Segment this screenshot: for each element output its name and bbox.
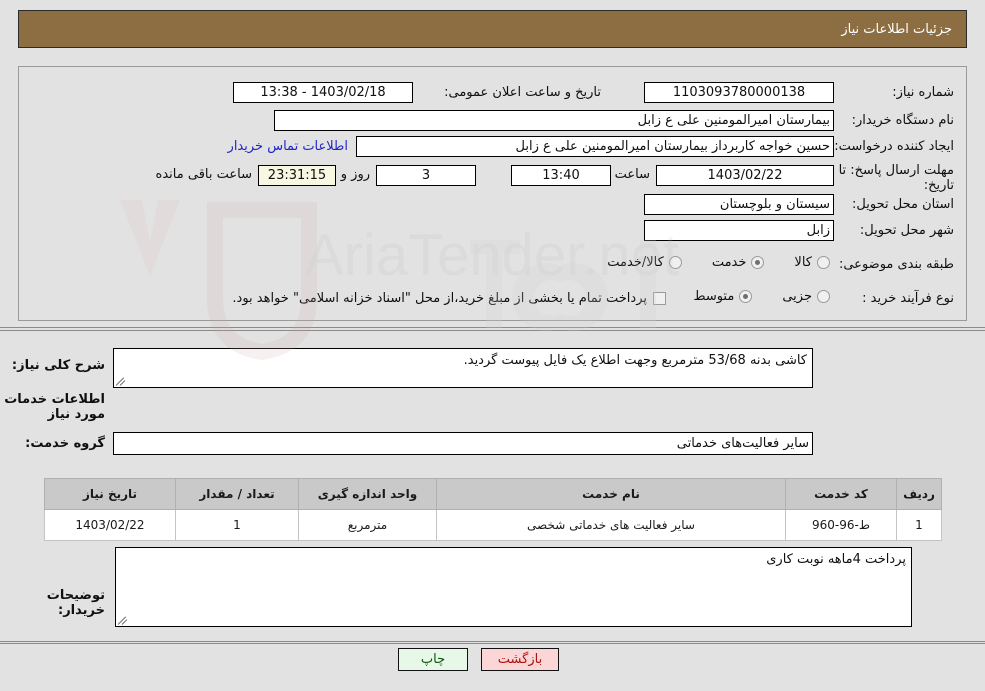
process-option-motavaset[interactable]: متوسط [693, 289, 753, 304]
cell-unit: مترمربع [298, 509, 437, 541]
need-info-panel: شماره نیاز: 1103093780000138 تاریخ و ساع… [18, 66, 967, 321]
col-row: ردیف [896, 478, 942, 510]
treasury-checkbox-label: پرداخت تمام یا بخشی از مبلغ خرید،از محل … [232, 291, 647, 306]
category-label: طبقه بندی موضوعی: [838, 257, 954, 272]
buyer-contact-link[interactable]: اطلاعات تماس خریدار [228, 139, 348, 154]
radio-icon[interactable] [817, 290, 830, 303]
radio-icon[interactable] [817, 256, 830, 269]
col-name: نام خدمت [436, 478, 786, 510]
cell-row: 1 [896, 509, 942, 541]
province-value: سیستان و بلوچستان [644, 194, 834, 215]
city-value: زابل [644, 220, 834, 241]
category-option-kala[interactable]: کالا [794, 255, 830, 270]
process-option-jozei[interactable]: جزیی [782, 289, 830, 304]
resize-grip-icon[interactable] [115, 376, 126, 386]
process-option-label: جزیی [782, 289, 812, 304]
table-header-row: ردیف کد خدمت نام خدمت واحد اندازه گیری ت… [44, 478, 942, 510]
buyer-notes-value: پرداخت 4ماهه نوبت کاری [766, 552, 906, 567]
city-label: شهر محل تحویل: [859, 223, 954, 238]
cell-qty: 1 [175, 509, 299, 541]
process-label: نوع فرآیند خرید : [862, 291, 954, 306]
remaining-days-label: روز و [340, 167, 370, 182]
category-option-label: خدمت [711, 255, 747, 270]
process-radio-group: جزیی متوسط [693, 289, 830, 304]
description-textarea[interactable]: کاشی بدنه 53/68 مترمربع وجهت اطلاع یک فا… [113, 348, 813, 388]
buyer-org-value: بیمارستان امیرالمومنین علی ع زابل [274, 110, 834, 131]
deadline-date-value: 1403/02/22 [656, 165, 834, 186]
services-table: ردیف کد خدمت نام خدمت واحد اندازه گیری ت… [44, 478, 942, 541]
description-value: کاشی بدنه 53/68 مترمربع وجهت اطلاع یک فا… [463, 353, 807, 368]
treasury-checkbox-row[interactable]: پرداخت تمام یا بخشی از مبلغ خرید،از محل … [232, 291, 666, 306]
public-announce-label: تاریخ و ساعت اعلان عمومی: [444, 85, 601, 100]
resize-grip-icon[interactable] [117, 615, 128, 625]
deadline-time-value: 13:40 [511, 165, 611, 186]
category-option-label: کالا/خدمت [607, 255, 664, 270]
section-divider [0, 327, 985, 331]
cell-code: ط-96-960 [785, 509, 897, 541]
services-section-heading: اطلاعات خدمات مورد نیاز [4, 392, 105, 422]
window-title-bar: جزئیات اطلاعات نیاز [18, 10, 967, 48]
back-button[interactable]: بازگشت [481, 648, 559, 671]
cell-name: سایر فعالیت های خدماتی شخصی [436, 509, 786, 541]
radio-icon[interactable] [739, 290, 753, 303]
page-title: جزئیات اطلاعات نیاز [841, 21, 952, 37]
requester-value: حسین خواجه کاربرداز بیمارستان امیرالمومن… [356, 136, 834, 157]
checkbox-icon[interactable] [653, 292, 666, 305]
process-option-label: متوسط [693, 289, 735, 304]
radio-icon[interactable] [668, 256, 682, 269]
description-label: شرح کلی نیاز: [11, 358, 105, 373]
need-number-label: شماره نیاز: [892, 85, 954, 100]
remaining-days-value: 3 [376, 165, 476, 186]
col-date: تاریخ نیاز [44, 478, 176, 510]
remaining-hours-label: ساعت باقی مانده [155, 167, 252, 182]
category-option-label: کالا [794, 255, 812, 270]
deadline-label: مهلت ارسال پاسخ: تا تاریخ: [838, 163, 954, 193]
service-group-value: سایر فعالیت‌های خدماتی [113, 432, 813, 455]
col-unit: واحد اندازه گیری [298, 478, 437, 510]
page-root: AriaTender.net جزئیات اطلاعات نیاز شماره… [0, 0, 985, 691]
table-row: 1 ط-96-960 سایر فعالیت های خدماتی شخصی م… [44, 509, 942, 541]
service-group-label: گروه خدمت: [25, 436, 105, 451]
requester-label: ایجاد کننده درخواست: [834, 139, 954, 154]
cell-date: 1403/02/22 [44, 509, 176, 541]
category-radio-group: کالا خدمت کالا/خدمت [607, 255, 830, 270]
col-code: کد خدمت [785, 478, 897, 510]
countdown-timer: 23:31:15 [258, 165, 336, 186]
province-label: استان محل تحویل: [852, 197, 954, 212]
buyer-notes-label: توضیحات خریدار: [46, 588, 105, 618]
col-qty: تعداد / مقدار [175, 478, 299, 510]
footer-divider [0, 641, 985, 644]
category-option-kala-khedmat[interactable]: کالا/خدمت [607, 255, 682, 270]
print-button[interactable]: چاپ [398, 648, 468, 671]
need-number-value: 1103093780000138 [644, 82, 834, 103]
buyer-org-label: نام دستگاه خریدار: [851, 113, 954, 128]
category-option-khedmat[interactable]: خدمت [712, 255, 765, 270]
buyer-notes-textarea[interactable]: پرداخت 4ماهه نوبت کاری [115, 547, 912, 627]
radio-icon[interactable] [751, 256, 765, 269]
public-announce-value: 1403/02/18 - 13:38 [233, 82, 413, 103]
deadline-hour-label: ساعت [614, 167, 650, 182]
